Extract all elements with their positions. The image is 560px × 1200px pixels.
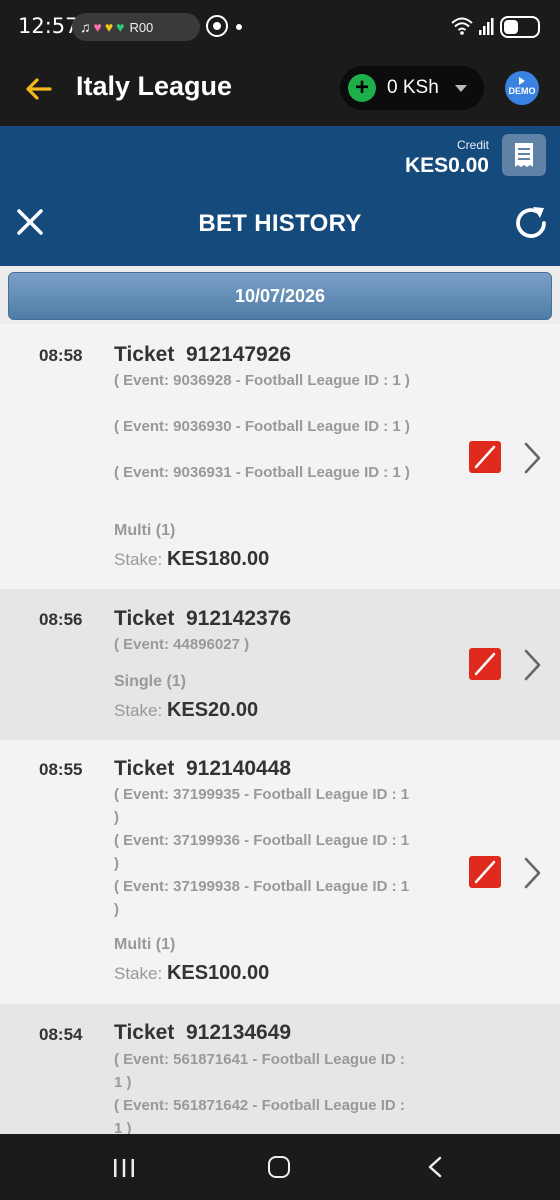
chevron-right-icon[interactable] [521,441,543,475]
ticket-time: 08:56 [39,610,83,629]
ticket-title: Ticket 912134649 [114,1021,292,1044]
stake-amount: KES20.00 [166,699,259,721]
stake-label: Stake: [114,550,163,569]
chevron-right-icon[interactable] [521,648,543,682]
credit-value: KES0.00 [404,154,489,177]
pink-heart-icon: ♥ [93,19,102,35]
more-notifications-dot-icon [236,24,242,30]
chevron-down-icon [454,84,467,92]
whatsapp-icon [206,15,228,37]
yellow-heart-icon: ♥ [104,19,114,35]
app-root: 12:57 ♫ ♥ ♥ ♥ R00 74 Italy League + 0 KS… [0,0,560,1200]
ticket-time: 08:54 [39,1025,83,1044]
battery-level: 74 [519,20,533,34]
stake: Stake: KES100.00 [114,962,269,985]
bet-type: Multi (1) [114,522,176,539]
bet-type: Multi (1) [114,936,176,953]
ticket-status-icon [469,856,501,888]
green-heart-icon: ♥ [116,19,125,35]
balance-button[interactable]: + 0 KSh [340,66,484,110]
recent-apps-icon[interactable] [112,1158,136,1178]
ticket-event: ( Event: 37199936 - Football League ID :… [114,832,410,872]
home-icon[interactable] [268,1156,290,1178]
notification-pill: ♫ ♥ ♥ ♥ R00 [72,13,200,41]
battery-icon: 74 [500,16,540,38]
bet-history-title: BET HISTORY [198,210,362,237]
refresh-icon[interactable] [513,205,549,241]
ticket-status-icon [469,441,501,473]
ticket-event: ( Event: 9036930 - Football League ID : … [114,418,410,435]
ticket-event: ( Event: 561871641 - Football League ID … [114,1051,405,1091]
signal-icon [479,18,494,35]
stake-amount: KES100.00 [166,962,270,984]
ticket-title: Ticket 912142376 [114,607,292,630]
stake: Stake: KES180.00 [114,548,269,571]
ticket-event: ( Event: 9036931 - Football League ID : … [114,464,410,481]
app-bar: Italy League + 0 KSh DEMO [0,54,560,126]
balance-amount: 0 KSh [387,77,439,98]
credit-label: Credit [456,138,489,152]
plus-icon[interactable]: + [348,74,376,102]
stake-label: Stake: [114,964,163,983]
ticket-title: Ticket 912140448 [114,757,292,780]
demo-button[interactable]: DEMO [505,71,539,105]
notification-text: R00 [129,19,154,35]
date-header[interactable]: 10/07/2026 [8,272,552,320]
ticket-event: ( Event: 37199938 - Football League ID :… [114,878,410,918]
receipt-icon [515,143,533,167]
ticket-row[interactable]: 08:54 Ticket 912134649 ( Event: 56187164… [0,1004,560,1134]
ticket-row[interactable]: 08:56 Ticket 912142376 ( Event: 44896027… [0,589,560,740]
ticket-event: ( Event: 37199935 - Football League ID :… [114,786,410,826]
back-arrow-icon[interactable] [22,72,56,106]
demo-label: DEMO [508,86,536,96]
status-time: 12:57 [18,14,79,38]
stake: Stake: KES20.00 [114,699,258,722]
stake-label: Stake: [114,701,163,720]
wifi-icon [451,17,473,35]
ticket-row[interactable]: 08:55 Ticket 912140448 ( Event: 37199935… [0,740,560,1004]
music-note-icon: ♫ [80,19,91,35]
ticket-row[interactable]: 08:58 Ticket 912147926 ( Event: 9036928 … [0,324,560,589]
ticket-list[interactable]: 08:58 Ticket 912147926 ( Event: 9036928 … [0,324,560,1134]
ticket-status-icon [469,648,501,680]
nav-back-icon[interactable] [427,1156,443,1178]
chevron-right-icon[interactable] [521,856,543,890]
ticket-event: ( Event: 561871642 - Football League ID … [114,1097,405,1134]
ticket-event: ( Event: 9036928 - Football League ID : … [114,372,410,389]
play-icon [519,77,525,85]
date-section: 10/07/2026 [0,266,560,324]
bet-type: Single (1) [114,673,187,690]
betslip-button[interactable] [502,134,546,176]
ticket-event: ( Event: 44896027 ) [114,636,250,653]
page-title: Italy League [76,71,233,101]
system-nav-bar [0,1134,560,1200]
ticket-time: 08:58 [39,346,83,365]
ticket-time: 08:55 [39,760,83,779]
status-bar: 12:57 ♫ ♥ ♥ ♥ R00 74 [0,0,560,54]
stake-amount: KES180.00 [166,548,270,570]
bet-history-header: Credit KES0.00 BET HISTORY [0,126,560,266]
ticket-title: Ticket 912147926 [114,343,292,366]
